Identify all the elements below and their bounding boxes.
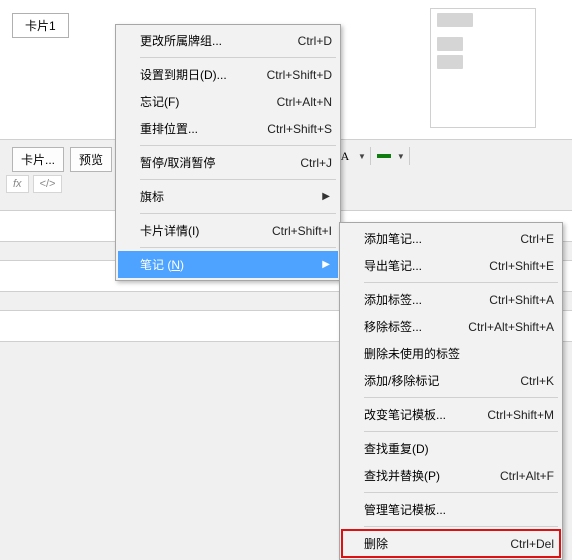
format-toolbar: A ▼ ▼	[336, 147, 410, 165]
menu-change-deck[interactable]: 更改所属牌组... Ctrl+D	[118, 27, 338, 54]
placeholder-line	[437, 13, 473, 27]
placeholder-line	[437, 37, 463, 51]
menu-add-note[interactable]: 添加笔记... Ctrl+E	[342, 225, 560, 252]
dropdown-icon[interactable]: ▼	[358, 152, 366, 161]
secondary-tabs: 卡片... 预览	[12, 147, 112, 172]
menu-toggle-mark[interactable]: 添加/移除标记 Ctrl+K	[342, 367, 560, 394]
menu-notes[interactable]: 笔记 (N) ▶	[118, 251, 338, 278]
menu-forget[interactable]: 忘记(F) Ctrl+Alt+N	[118, 88, 338, 115]
menu-separator	[364, 526, 558, 527]
submenu-arrow-icon: ▶	[322, 259, 332, 270]
menu-separator	[364, 282, 558, 283]
menu-find-replace[interactable]: 查找并替换(P) Ctrl+Alt+F	[342, 462, 560, 489]
context-menu: 更改所属牌组... Ctrl+D 设置到期日(D)... Ctrl+Shift+…	[115, 24, 341, 281]
menu-separator	[364, 397, 558, 398]
menu-card-info[interactable]: 卡片详情(I) Ctrl+Shift+I	[118, 217, 338, 244]
card-tabs: 卡片1	[12, 13, 69, 38]
code-button[interactable]: </>	[33, 175, 63, 193]
submenu-arrow-icon: ▶	[322, 191, 332, 202]
menu-separator	[140, 247, 336, 248]
menu-manage-note-types[interactable]: 管理笔记模板...	[342, 496, 560, 523]
menu-add-tag[interactable]: 添加标签... Ctrl+Shift+A	[342, 286, 560, 313]
menu-separator	[140, 57, 336, 58]
menu-delete[interactable]: 删除 Ctrl+Del	[342, 530, 560, 557]
notes-submenu: 添加笔记... Ctrl+E 导出笔记... Ctrl+Shift+E 添加标签…	[339, 222, 563, 560]
menu-change-note-type[interactable]: 改变笔记模板... Ctrl+Shift+M	[342, 401, 560, 428]
separator	[409, 147, 410, 165]
menu-set-due[interactable]: 设置到期日(D)... Ctrl+Shift+D	[118, 61, 338, 88]
fx-row: fx </>	[6, 175, 62, 193]
menu-flag[interactable]: 旗标 ▶	[118, 183, 338, 210]
menu-export-note[interactable]: 导出笔记... Ctrl+Shift+E	[342, 252, 560, 279]
menu-find-duplicates[interactable]: 查找重复(D)	[342, 435, 560, 462]
menu-toggle-suspend[interactable]: 暂停/取消暂停 Ctrl+J	[118, 149, 338, 176]
menu-separator	[364, 431, 558, 432]
menu-separator	[140, 213, 336, 214]
preview-panel	[430, 8, 536, 128]
cards-button[interactable]: 卡片...	[12, 147, 64, 172]
separator	[370, 147, 371, 165]
menu-reposition[interactable]: 重排位置... Ctrl+Shift+S	[118, 115, 338, 142]
placeholder-line	[437, 55, 463, 69]
highlight-icon[interactable]	[375, 147, 393, 165]
menu-separator	[140, 145, 336, 146]
menu-remove-tag[interactable]: 移除标签... Ctrl+Alt+Shift+A	[342, 313, 560, 340]
tab-card1[interactable]: 卡片1	[12, 13, 69, 38]
preview-button[interactable]: 预览	[70, 147, 112, 172]
menu-separator	[140, 179, 336, 180]
dropdown-icon[interactable]: ▼	[397, 152, 405, 161]
menu-separator	[364, 492, 558, 493]
menu-delete-unused-tags[interactable]: 删除未使用的标签	[342, 340, 560, 367]
fx-button[interactable]: fx	[6, 175, 29, 193]
